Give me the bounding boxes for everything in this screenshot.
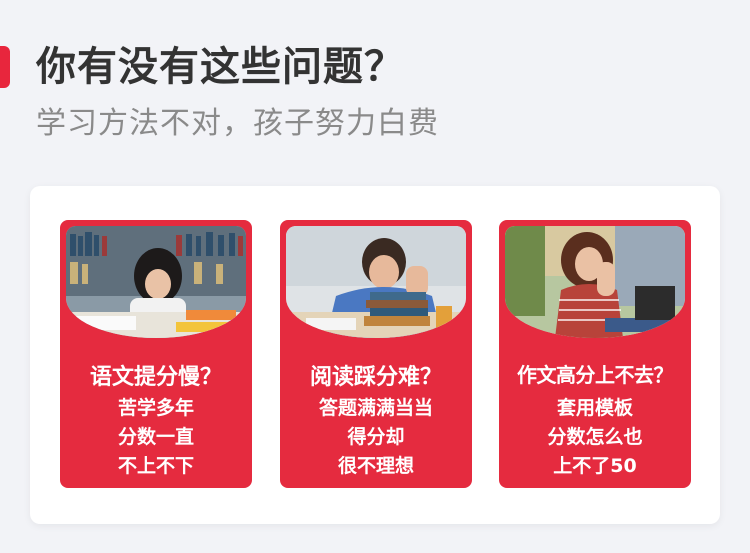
problem-card-chinese-score[interactable]: 语文提分慢？ 苦学多年 分数一直 不上不下: [60, 220, 252, 488]
card-title: 作文高分上不去？: [517, 363, 674, 387]
card-title: 阅读踩分难？: [309, 365, 442, 390]
problem-cards-panel: 语文提分慢？ 苦学多年 分数一直 不上不下 阅读踩分难？ 答题满满当当 得分却 …: [30, 186, 720, 524]
problem-card-reading-score[interactable]: 阅读踩分难？ 答题满满当当 得分却 很不理想: [280, 220, 472, 488]
card-description: 答题满满当当 得分却 很不理想: [280, 394, 472, 481]
card-line: 苦学多年: [117, 397, 194, 419]
page-title: 你有没有这些问题？: [36, 44, 405, 90]
problem-card-essay-score[interactable]: 作文高分上不去？ 套用模板 分数怎么也 上不了50: [499, 220, 691, 488]
card-line: 得分却: [347, 426, 405, 448]
card-line: 上不了50: [553, 455, 637, 477]
page-subtitle: 学习方法不对，孩子努力白费: [36, 106, 439, 141]
card-line: 分数一直: [117, 426, 194, 448]
girl-thinking-photo: [505, 226, 685, 338]
card-title: 语文提分慢？: [89, 365, 222, 390]
accent-bar: [0, 46, 10, 88]
card-line: 答题满满当当: [318, 397, 433, 419]
boy-studying-photo: [286, 226, 466, 338]
card-description: 苦学多年 分数一直 不上不下: [60, 394, 252, 481]
card-line: 不上不下: [117, 455, 194, 477]
card-line: 套用模板: [556, 397, 633, 419]
card-line: 分数怎么也: [547, 426, 643, 448]
student-library-photo: [66, 226, 246, 338]
card-description: 套用模板 分数怎么也 上不了50: [499, 394, 691, 481]
card-line: 很不理想: [337, 455, 414, 477]
